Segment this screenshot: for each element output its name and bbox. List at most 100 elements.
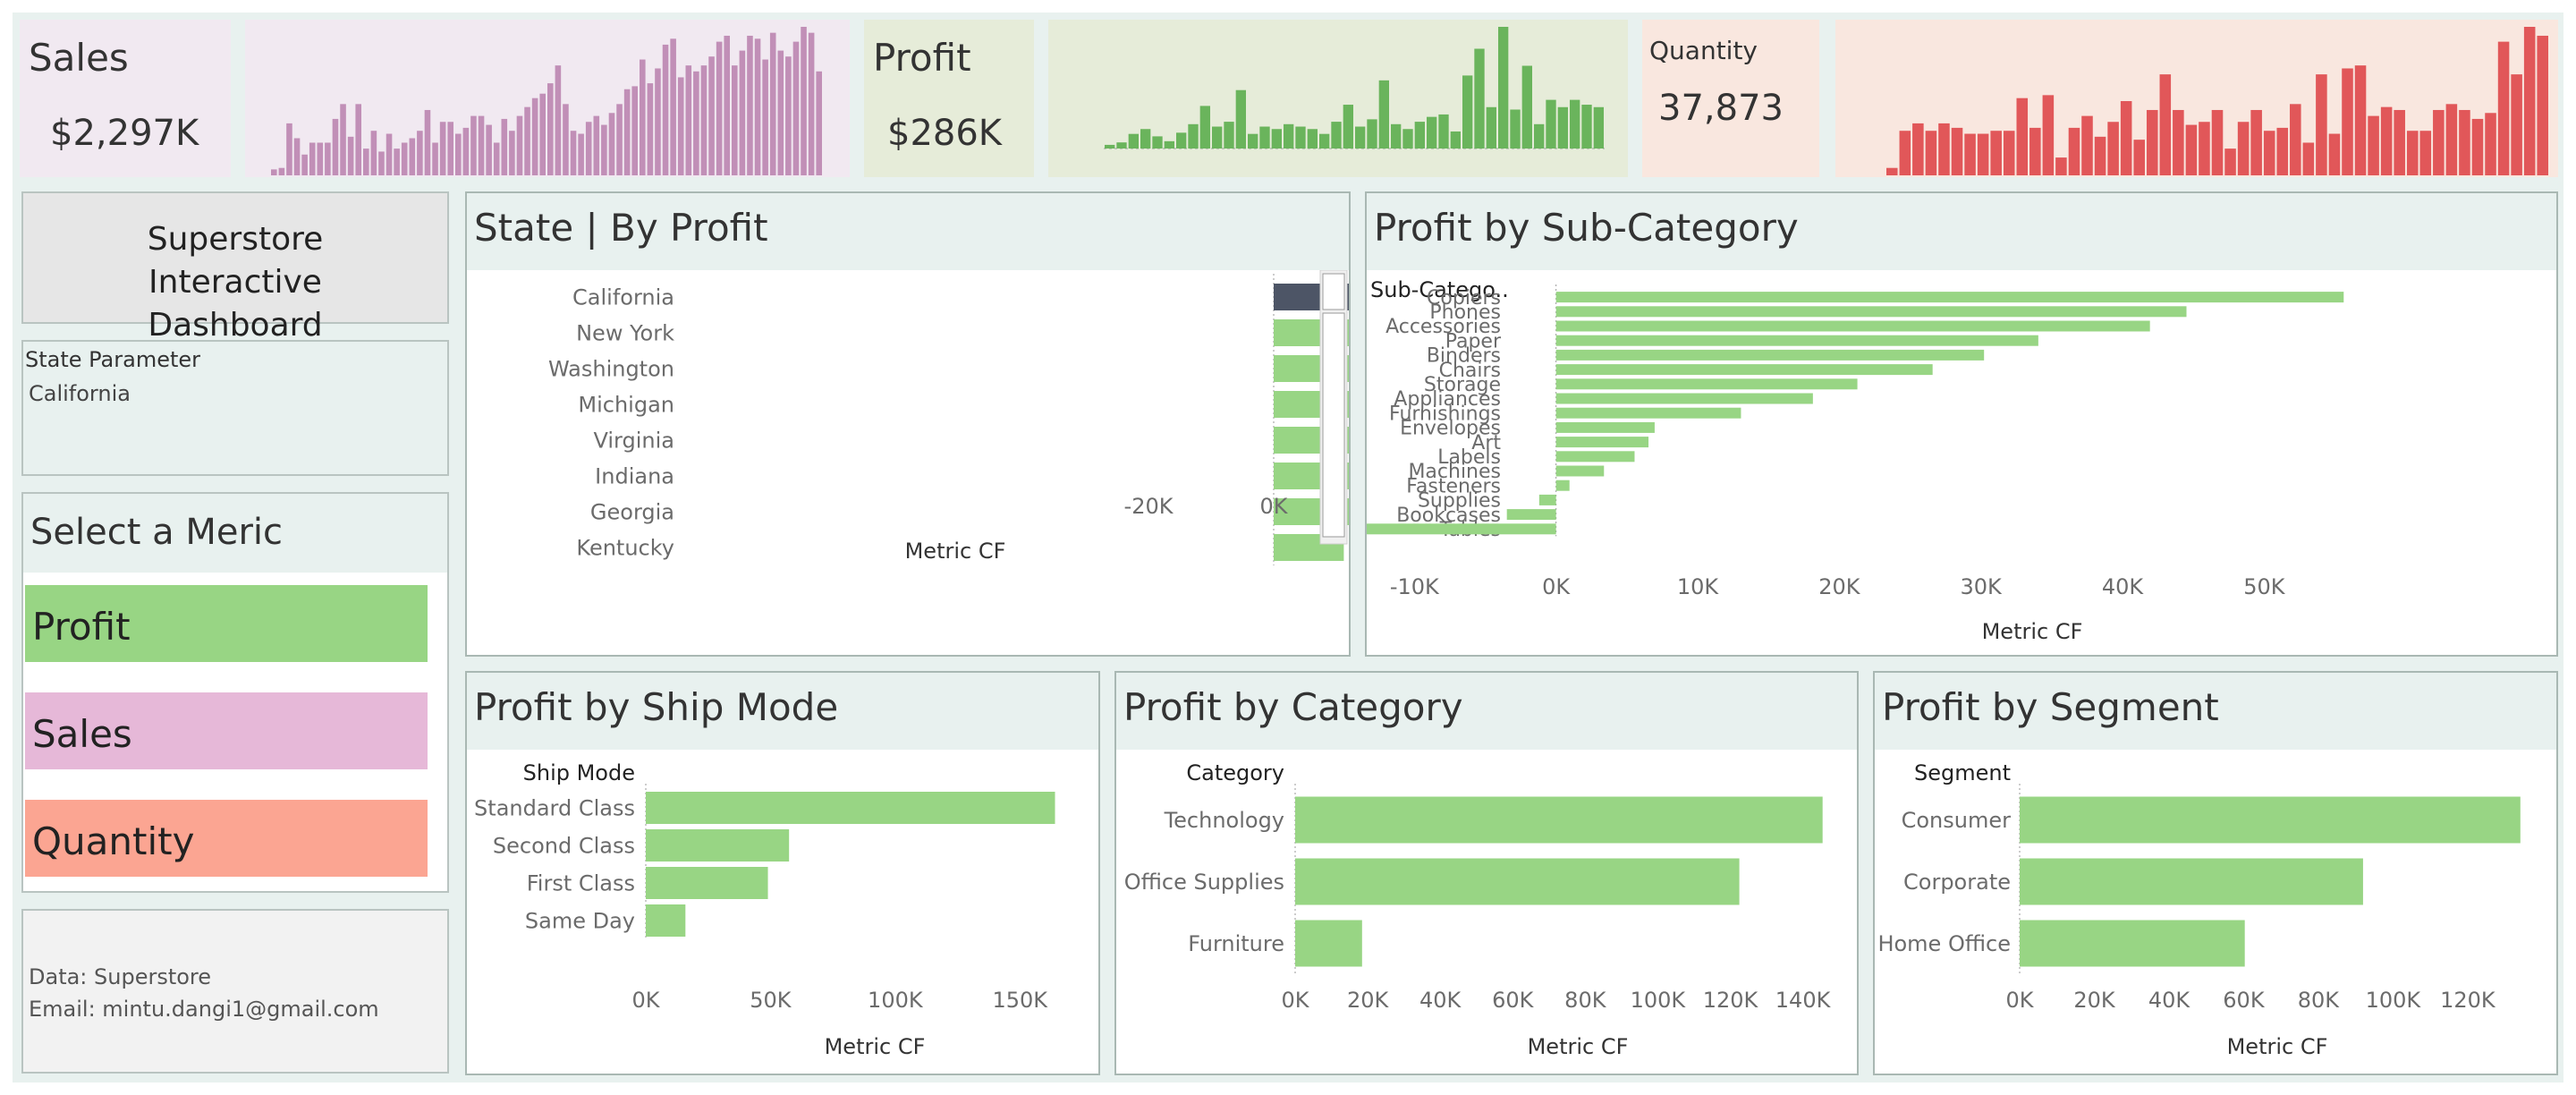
quantity-spark-bar [2185, 124, 2198, 175]
quantity-spark-bar [2290, 104, 2301, 175]
state-profit-tick-label: 0K [1259, 494, 1288, 519]
quantity-spark-bar [2107, 122, 2119, 175]
segment-profit-bar [2020, 858, 2363, 905]
sales-spark-bar [593, 115, 600, 175]
sales-spark-bar [769, 32, 776, 175]
segment-profit-chart: Segment Consumer Corporate Home Office 0K 20K… [1875, 750, 2556, 1059]
quantity-spark-bar [2445, 104, 2458, 175]
state-profit-category-label: Washington [548, 356, 674, 381]
segment-profit-category-label: Consumer [1902, 808, 2012, 833]
segment-profit-tick-label: 0K [2005, 988, 2034, 1013]
sales-spark-bar [616, 104, 623, 175]
subcategory-profit-tick-label: 30K [1961, 574, 2004, 599]
shipmode-profit-bar [646, 867, 768, 899]
state-parameter-box[interactable]: State Parameter California [21, 340, 449, 476]
sales-spark-bar [486, 124, 492, 175]
sales-spark-bar [555, 65, 562, 175]
quantity-spark-bar [2042, 95, 2055, 175]
sales-spark-bar [332, 118, 339, 175]
profit-spark-bar [1235, 89, 1246, 149]
profit-spark-bar [1248, 133, 1258, 149]
subcategory-profit-bar [1555, 364, 1933, 376]
shipmode-profit-tick-label: 100K [868, 988, 924, 1013]
profit-spark-bar [1546, 99, 1556, 149]
sales-spark-bar [509, 131, 515, 175]
sales-spark-bar [309, 142, 316, 175]
sales-spark-bar [301, 154, 308, 175]
kpi-sales-card: Sales $2,297K [20, 20, 231, 177]
profit-spark-bar [1140, 129, 1151, 149]
profit-spark-bar [1355, 126, 1366, 149]
sales-spark-bar [662, 44, 669, 175]
quantity-spark-bar [2159, 74, 2172, 175]
quantity-spark-bar [2394, 109, 2405, 175]
profit-spark-bar [1128, 133, 1139, 149]
dashboard-title-box: Superstore Interactive Dashboard [21, 191, 449, 344]
subcategory-profit-bar [1367, 523, 1556, 535]
sales-spark-bar [570, 131, 577, 175]
profit-spark-bar [1414, 122, 1425, 149]
quantity-spark-bar [2055, 157, 2067, 175]
quantity-spark-bar [2511, 74, 2522, 175]
sales-spark-bar [585, 122, 592, 175]
sales-spark-bar [417, 131, 423, 175]
quantity-spark-bar [2354, 65, 2367, 175]
kpi-profit-label: Profit [873, 36, 971, 80]
profit-spark-bar [1534, 123, 1545, 149]
shipmode-profit-bar [646, 904, 686, 937]
metric-option-profit[interactable]: Profit [23, 583, 429, 664]
sales-spark-bar [608, 113, 615, 175]
quantity-spark-bar [2173, 109, 2184, 175]
profit-spark-bar [1557, 106, 1568, 149]
profit-spark-bar [1510, 109, 1521, 149]
metric-option-quantity[interactable]: Quantity [23, 798, 429, 879]
profit-spark-bar [1581, 105, 1592, 149]
sales-spark-bar [455, 133, 462, 175]
quantity-spark-bar [2302, 142, 2315, 175]
profit-spark-bar [1212, 126, 1223, 149]
footer-email: Email: mintu.dangi1@gmail.com [29, 997, 379, 1022]
sales-spark-bar [470, 115, 477, 175]
state-parameter-value[interactable]: California [29, 381, 131, 406]
sales-spark-bar [693, 71, 699, 175]
state-scrollbar-up[interactable] [1322, 273, 1345, 310]
category-profit-category-label: Technology [1164, 808, 1284, 833]
profit-spark-bar [1116, 142, 1127, 149]
quantity-spark-bar [2537, 35, 2548, 176]
segment-profit-category-label: Corporate [1903, 870, 2011, 895]
sales-spark-bar [347, 136, 354, 175]
sales-spark-bar [739, 50, 746, 176]
subcategory-profit-bar [1555, 407, 1741, 419]
sales-spark-bar [640, 59, 646, 175]
profit-spark-bar [1271, 129, 1282, 149]
shipmode-profit-category-label: Same Day [525, 908, 635, 933]
category-profit-tick-label: 140K [1775, 988, 1832, 1013]
segment-profit-bar [2020, 796, 2521, 844]
subcategory-profit-x-axis-title: Metric CF [1982, 619, 2083, 644]
quantity-spark-bar [2120, 101, 2132, 175]
sales-spark-bar [716, 41, 723, 175]
profit-spark-bar [1284, 123, 1294, 149]
state-scrollbar-thumb[interactable] [1322, 312, 1345, 538]
category-profit-bar [1295, 920, 1362, 967]
quantity-sparkline [1886, 27, 2548, 176]
shipmode-profit-bar [646, 792, 1055, 824]
category-profit-tick-label: 100K [1631, 988, 1687, 1013]
shipmode-profit-header: Ship Mode [523, 760, 635, 785]
category-profit-x-axis-title: Metric CF [1528, 1034, 1629, 1059]
shipmode-profit-category-label: First Class [527, 870, 635, 896]
quantity-spark-bar [2003, 131, 2015, 175]
quantity-spark-bar [2224, 149, 2236, 175]
sales-spark-bar [677, 77, 684, 175]
quantity-spark-bar [2263, 131, 2275, 175]
sales-spark-bar [547, 83, 554, 175]
subcategory-profit-bar [1555, 378, 1858, 390]
quantity-spark-bar [1951, 127, 1963, 175]
segment-profit-tick-label: 80K [2298, 988, 2341, 1013]
metric-option-sales[interactable]: Sales [23, 691, 429, 771]
state-profit-category-label: Indiana [595, 463, 674, 488]
state-parameter-label: State Parameter [25, 347, 201, 372]
profit-spark-bar [1319, 133, 1330, 149]
category-profit-chart: Category Technology Office Supplies Furnitu… [1116, 750, 1857, 1059]
sales-spark-bar [801, 27, 807, 175]
